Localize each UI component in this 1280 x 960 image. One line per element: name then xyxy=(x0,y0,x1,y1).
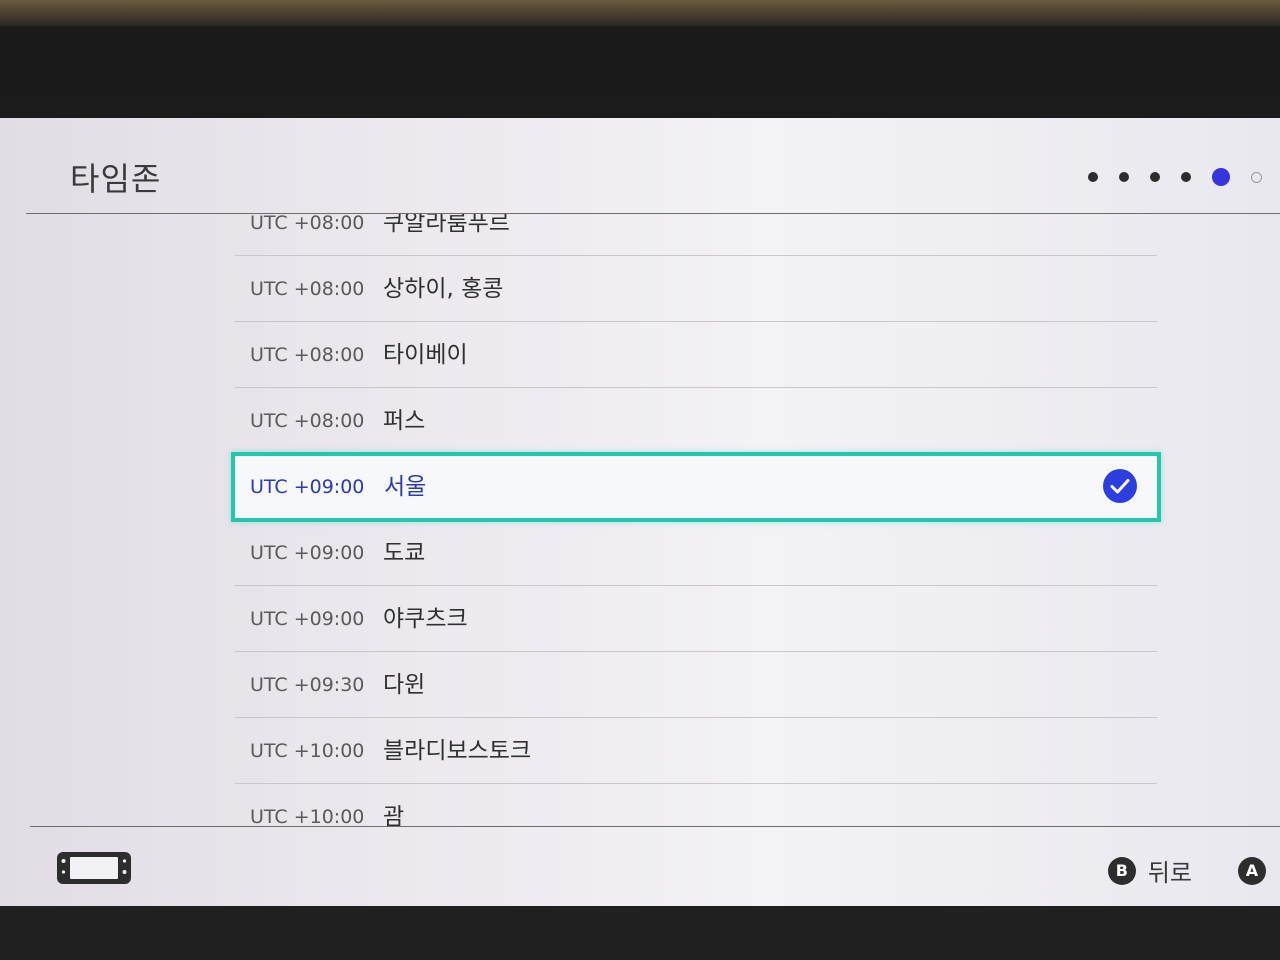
timezone-row[interactable]: UTC +10:00 괌 xyxy=(235,784,1157,826)
timezone-row[interactable]: UTC +09:30 다윈 xyxy=(235,652,1157,718)
timezone-list[interactable]: UTC +08:00 쿠알라룸푸르 UTC +08:00 상하이, 홍콩 UTC… xyxy=(0,214,1280,826)
utc-offset: UTC +08:00 xyxy=(250,278,365,300)
page-indicator xyxy=(1088,168,1262,186)
timezone-row[interactable]: UTC +08:00 타이베이 xyxy=(235,322,1157,388)
timezone-row[interactable]: UTC +09:00 도쿄 xyxy=(235,520,1157,586)
city-name: 서울 xyxy=(384,474,427,500)
back-label[interactable]: 뒤로 xyxy=(1148,853,1192,888)
city-name: 퍼스 xyxy=(383,408,426,434)
page-title: 타임존 xyxy=(70,160,162,198)
city-name: 괌 xyxy=(383,804,405,826)
utc-offset: UTC +10:00 xyxy=(250,806,365,826)
utc-offset: UTC +10:00 xyxy=(250,740,365,762)
bezel-edge xyxy=(0,0,1280,26)
utc-offset: UTC +09:00 xyxy=(250,608,365,630)
timezone-row[interactable]: UTC +10:00 블라디보스토크 xyxy=(235,718,1157,784)
city-name: 야쿠츠크 xyxy=(383,606,468,632)
page-dot-2 xyxy=(1119,172,1129,182)
timezone-row-selected[interactable]: UTC +09:00 서울 xyxy=(231,452,1161,522)
utc-offset: UTC +08:00 xyxy=(250,214,365,234)
city-name: 상하이, 홍콩 xyxy=(383,276,504,302)
city-name: 도쿄 xyxy=(383,540,426,566)
timezone-settings-screen: 타임존 UTC +08:00 쿠알라룸푸르 UTC +08:00 상하이, 홍콩… xyxy=(0,118,1280,906)
timezone-row[interactable]: UTC +08:00 쿠알라룸푸르 xyxy=(235,214,1157,256)
page-dot-1 xyxy=(1088,172,1098,182)
page-dot-3 xyxy=(1150,172,1160,182)
page-dot-6 xyxy=(1251,171,1262,183)
utc-offset: UTC +09:00 xyxy=(250,542,365,564)
city-name: 타이베이 xyxy=(383,342,468,368)
device-bezel-bottom xyxy=(0,906,1280,960)
city-name: 블라디보스토크 xyxy=(383,738,532,764)
city-name: 쿠알라룸푸르 xyxy=(383,214,510,236)
footer-divider xyxy=(30,826,1280,827)
utc-offset: UTC +08:00 xyxy=(250,344,365,366)
city-name: 다윈 xyxy=(383,672,426,698)
utc-offset: UTC +09:30 xyxy=(250,674,365,696)
timezone-row[interactable]: UTC +09:00 야쿠츠크 xyxy=(235,586,1157,652)
timezone-row[interactable]: UTC +08:00 퍼스 xyxy=(235,388,1157,454)
page-dot-4 xyxy=(1181,172,1191,182)
footer-actions: B 뒤로 A xyxy=(1107,853,1266,888)
utc-offset: UTC +09:00 xyxy=(250,476,365,498)
page-dot-current xyxy=(1212,168,1230,186)
device-bezel-top xyxy=(0,0,1280,118)
timezone-row[interactable]: UTC +08:00 상하이, 홍콩 xyxy=(235,256,1157,322)
utc-offset: UTC +08:00 xyxy=(250,410,365,432)
handheld-console-icon xyxy=(57,852,131,884)
a-button-icon[interactable]: A xyxy=(1238,856,1266,885)
b-button-icon[interactable]: B xyxy=(1107,856,1136,885)
checkmark-circle-icon xyxy=(1103,469,1137,503)
